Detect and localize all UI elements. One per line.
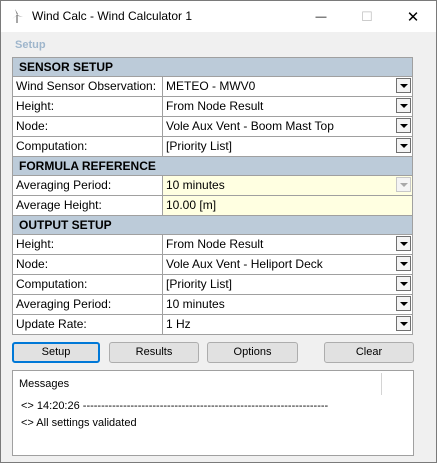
value-sensor-height: From Node Result [166,99,264,113]
dropdown-output-node[interactable]: Vole Aux Vent - Heliport Deck [163,255,413,274]
property-grid: SENSOR SETUP Wind Sensor Observation: ME… [12,57,413,335]
minimize-button[interactable]: — [298,1,344,32]
results-button[interactable]: Results [109,342,199,363]
dropdown-arrow-icon[interactable] [396,98,411,113]
dropdown-wind-sensor-observation[interactable]: METEO - MWV0 [163,77,413,96]
close-button[interactable]: ✕ [390,1,436,32]
dropdown-arrow-icon[interactable] [396,276,411,291]
window-title: Wind Calc - Wind Calculator 1 [32,9,193,23]
row-average-height: Average Height: 10.00 [m] [13,196,413,216]
row-sensor-node: Node: Vole Aux Vent - Boom Mast Top [13,117,413,137]
value-update-rate: 1 Hz [166,317,191,331]
value-output-averaging-period: 10 minutes [166,297,225,311]
dropdown-arrow-icon[interactable] [396,78,411,93]
dropdown-output-averaging-period[interactable]: 10 minutes [163,295,413,314]
row-output-height: Height: From Node Result [13,235,413,255]
label-average-height: Average Height: [13,196,163,215]
minimize-icon: — [315,10,327,23]
maximize-icon: ☐ [361,8,373,24]
maximize-button: ☐ [344,1,390,32]
section-sensor-setup: SENSOR SETUP [13,58,413,77]
label-wind-sensor-observation: Wind Sensor Observation: [13,77,163,96]
label-sensor-node: Node: [13,117,163,136]
dropdown-arrow-icon[interactable] [396,118,411,133]
messages-header: Messages [19,378,70,390]
row-output-node: Node: Vole Aux Vent - Heliport Deck [13,255,413,275]
row-sensor-height: Height: From Node Result [13,97,413,117]
row-output-averaging-period: Averaging Period: 10 minutes [13,295,413,315]
row-wind-sensor-observation: Wind Sensor Observation: METEO - MWV0 [13,77,413,97]
section-output-setup: OUTPUT SETUP [13,216,413,235]
wind-calc-window: Wind Calc - Wind Calculator 1 — ☐ ✕ Setu… [0,0,437,463]
message-line: <> All settings validated [21,417,137,429]
value-wind-sensor-observation: METEO - MWV0 [166,79,256,93]
dropdown-arrow-icon[interactable] [396,236,411,251]
label-update-rate: Update Rate: [13,315,163,334]
section-formula-reference: FORMULA REFERENCE [13,157,413,176]
dropdown-arrow-icon[interactable] [396,138,411,153]
field-average-height[interactable]: 10.00 [m] [163,196,413,215]
setup-group-label: Setup [15,39,46,51]
dropdown-sensor-computation[interactable]: [Priority List] [163,137,413,156]
close-icon: ✕ [406,8,420,26]
message-line: <> 14:20:26 ----------------------------… [21,400,329,412]
dropdown-sensor-node[interactable]: Vole Aux Vent - Boom Mast Top [163,117,413,136]
dropdown-arrow-icon [396,177,411,192]
label-output-averaging-period: Averaging Period: [13,295,163,314]
title-bar[interactable]: Wind Calc - Wind Calculator 1 — ☐ ✕ [1,1,436,32]
value-output-node: Vole Aux Vent - Heliport Deck [166,257,323,271]
dropdown-update-rate[interactable]: 1 Hz [163,315,413,334]
messages-panel[interactable]: Messages <> 14:20:26 -------------------… [12,370,414,456]
label-output-height: Height: [13,235,163,254]
dropdown-arrow-icon[interactable] [396,316,411,331]
row-sensor-computation: Computation: [Priority List] [13,137,413,157]
dropdown-output-computation[interactable]: [Priority List] [163,275,413,294]
messages-column-divider[interactable] [381,373,382,395]
clear-button[interactable]: Clear [324,342,414,363]
dropdown-formula-averaging-period[interactable]: 10 minutes [163,176,413,195]
label-formula-averaging-period: Averaging Period: [13,176,163,195]
dropdown-arrow-icon[interactable] [396,296,411,311]
dropdown-output-height[interactable]: From Node Result [163,235,413,254]
value-output-computation: [Priority List] [166,277,233,291]
wind-turbine-icon [12,9,23,23]
value-average-height: 10.00 [m] [166,198,217,212]
dropdown-arrow-icon[interactable] [396,256,411,271]
label-output-computation: Computation: [13,275,163,294]
value-formula-averaging-period: 10 minutes [166,178,225,192]
label-output-node: Node: [13,255,163,274]
options-button[interactable]: Options [207,342,298,363]
value-sensor-node: Vole Aux Vent - Boom Mast Top [166,119,334,133]
row-output-computation: Computation: [Priority List] [13,275,413,295]
label-sensor-computation: Computation: [13,137,163,156]
row-update-rate: Update Rate: 1 Hz [13,315,413,335]
value-output-height: From Node Result [166,237,264,251]
label-sensor-height: Height: [13,97,163,116]
dropdown-sensor-height[interactable]: From Node Result [163,97,413,116]
row-formula-averaging-period: Averaging Period: 10 minutes [13,176,413,196]
value-sensor-computation: [Priority List] [166,139,233,153]
setup-button[interactable]: Setup [12,342,100,363]
